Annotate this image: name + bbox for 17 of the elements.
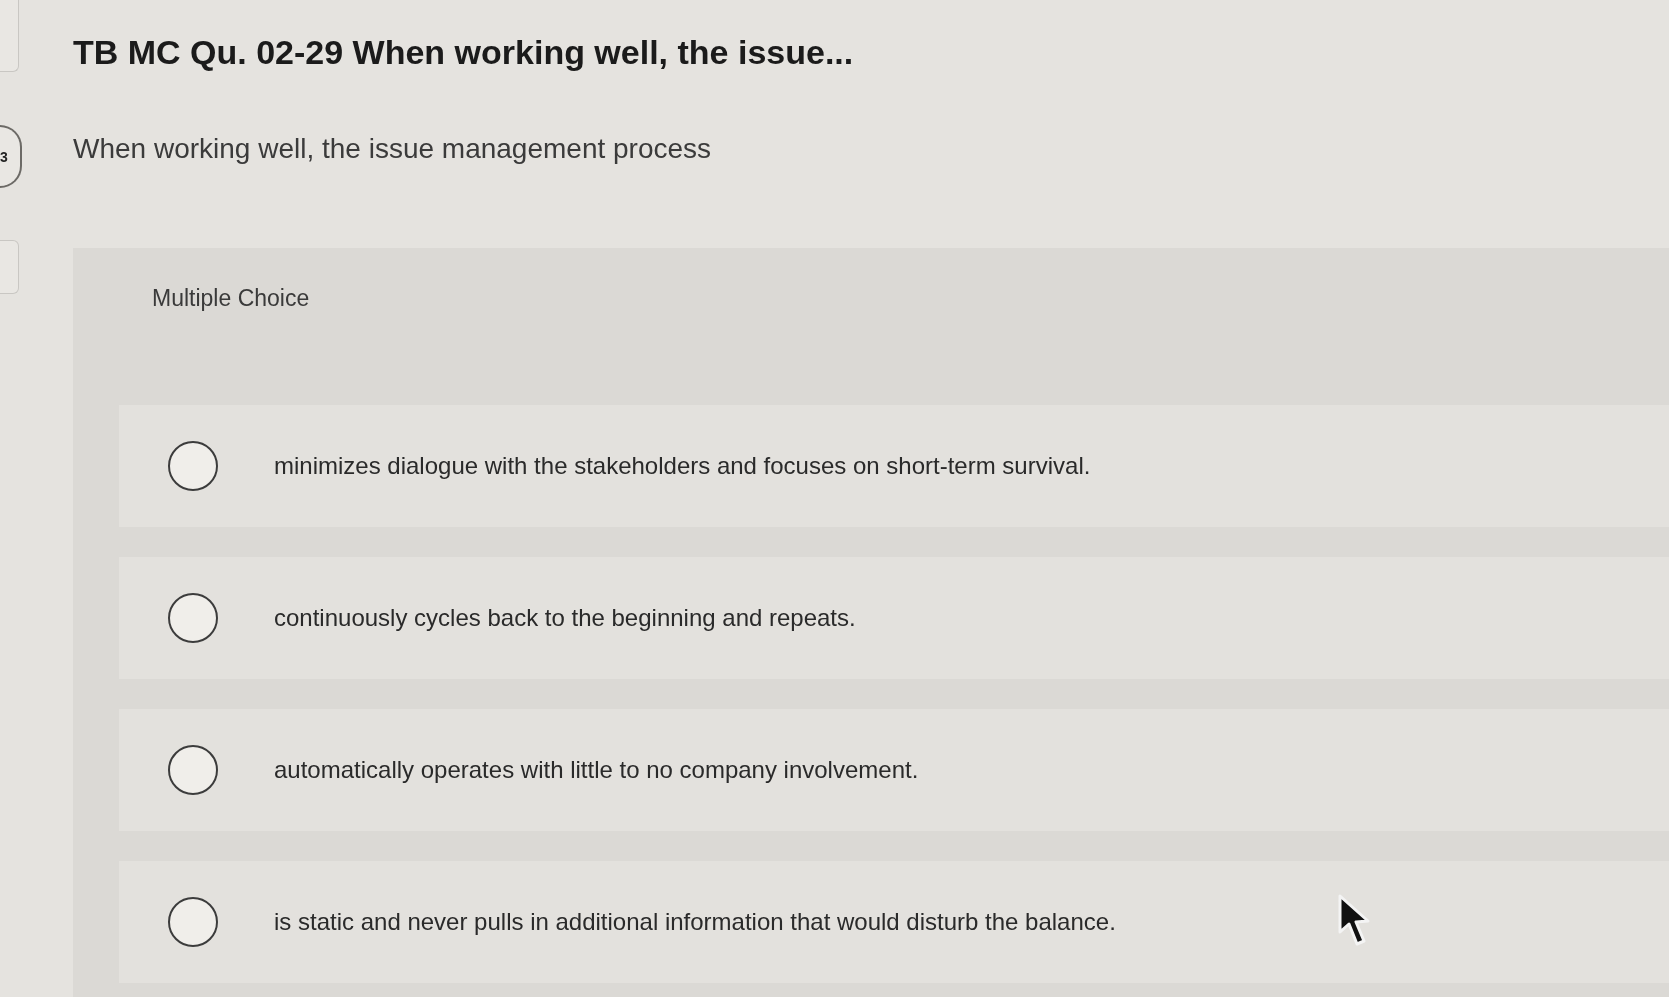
mouse-pointer-icon	[1338, 894, 1370, 946]
option-text: minimizes dialogue with the stakeholders and focuses on short-term survival.	[274, 451, 1091, 481]
option-text: continuously cycles back to the beginning and repeats.	[274, 603, 856, 633]
radio-button[interactable]	[168, 897, 218, 947]
answer-option[interactable]: continuously cycles back to the beginning and repeats.	[119, 557, 1669, 679]
radio-button[interactable]	[168, 441, 218, 491]
question-type-label: Multiple Choice	[152, 284, 310, 312]
option-text: is static and never pulls in additional information that would disturb the balance.	[274, 907, 1116, 937]
answer-option[interactable]: automatically operates with little to no company involvement.	[119, 709, 1669, 831]
radio-button[interactable]	[168, 745, 218, 795]
question-prompt: When working well, the issue management process	[73, 132, 712, 166]
question-nav-button[interactable]: 3	[0, 125, 22, 188]
radio-button[interactable]	[168, 593, 218, 643]
question-title: TB MC Qu. 02-29 When working well, the issue...	[73, 32, 854, 73]
answer-option[interactable]: is static and never pulls in additional information that would disturb the balance.	[119, 861, 1669, 983]
answer-option[interactable]: minimizes dialogue with the stakeholders and focuses on short-term survival.	[119, 405, 1669, 527]
option-text: automatically operates with little to no company involvement.	[274, 755, 919, 785]
